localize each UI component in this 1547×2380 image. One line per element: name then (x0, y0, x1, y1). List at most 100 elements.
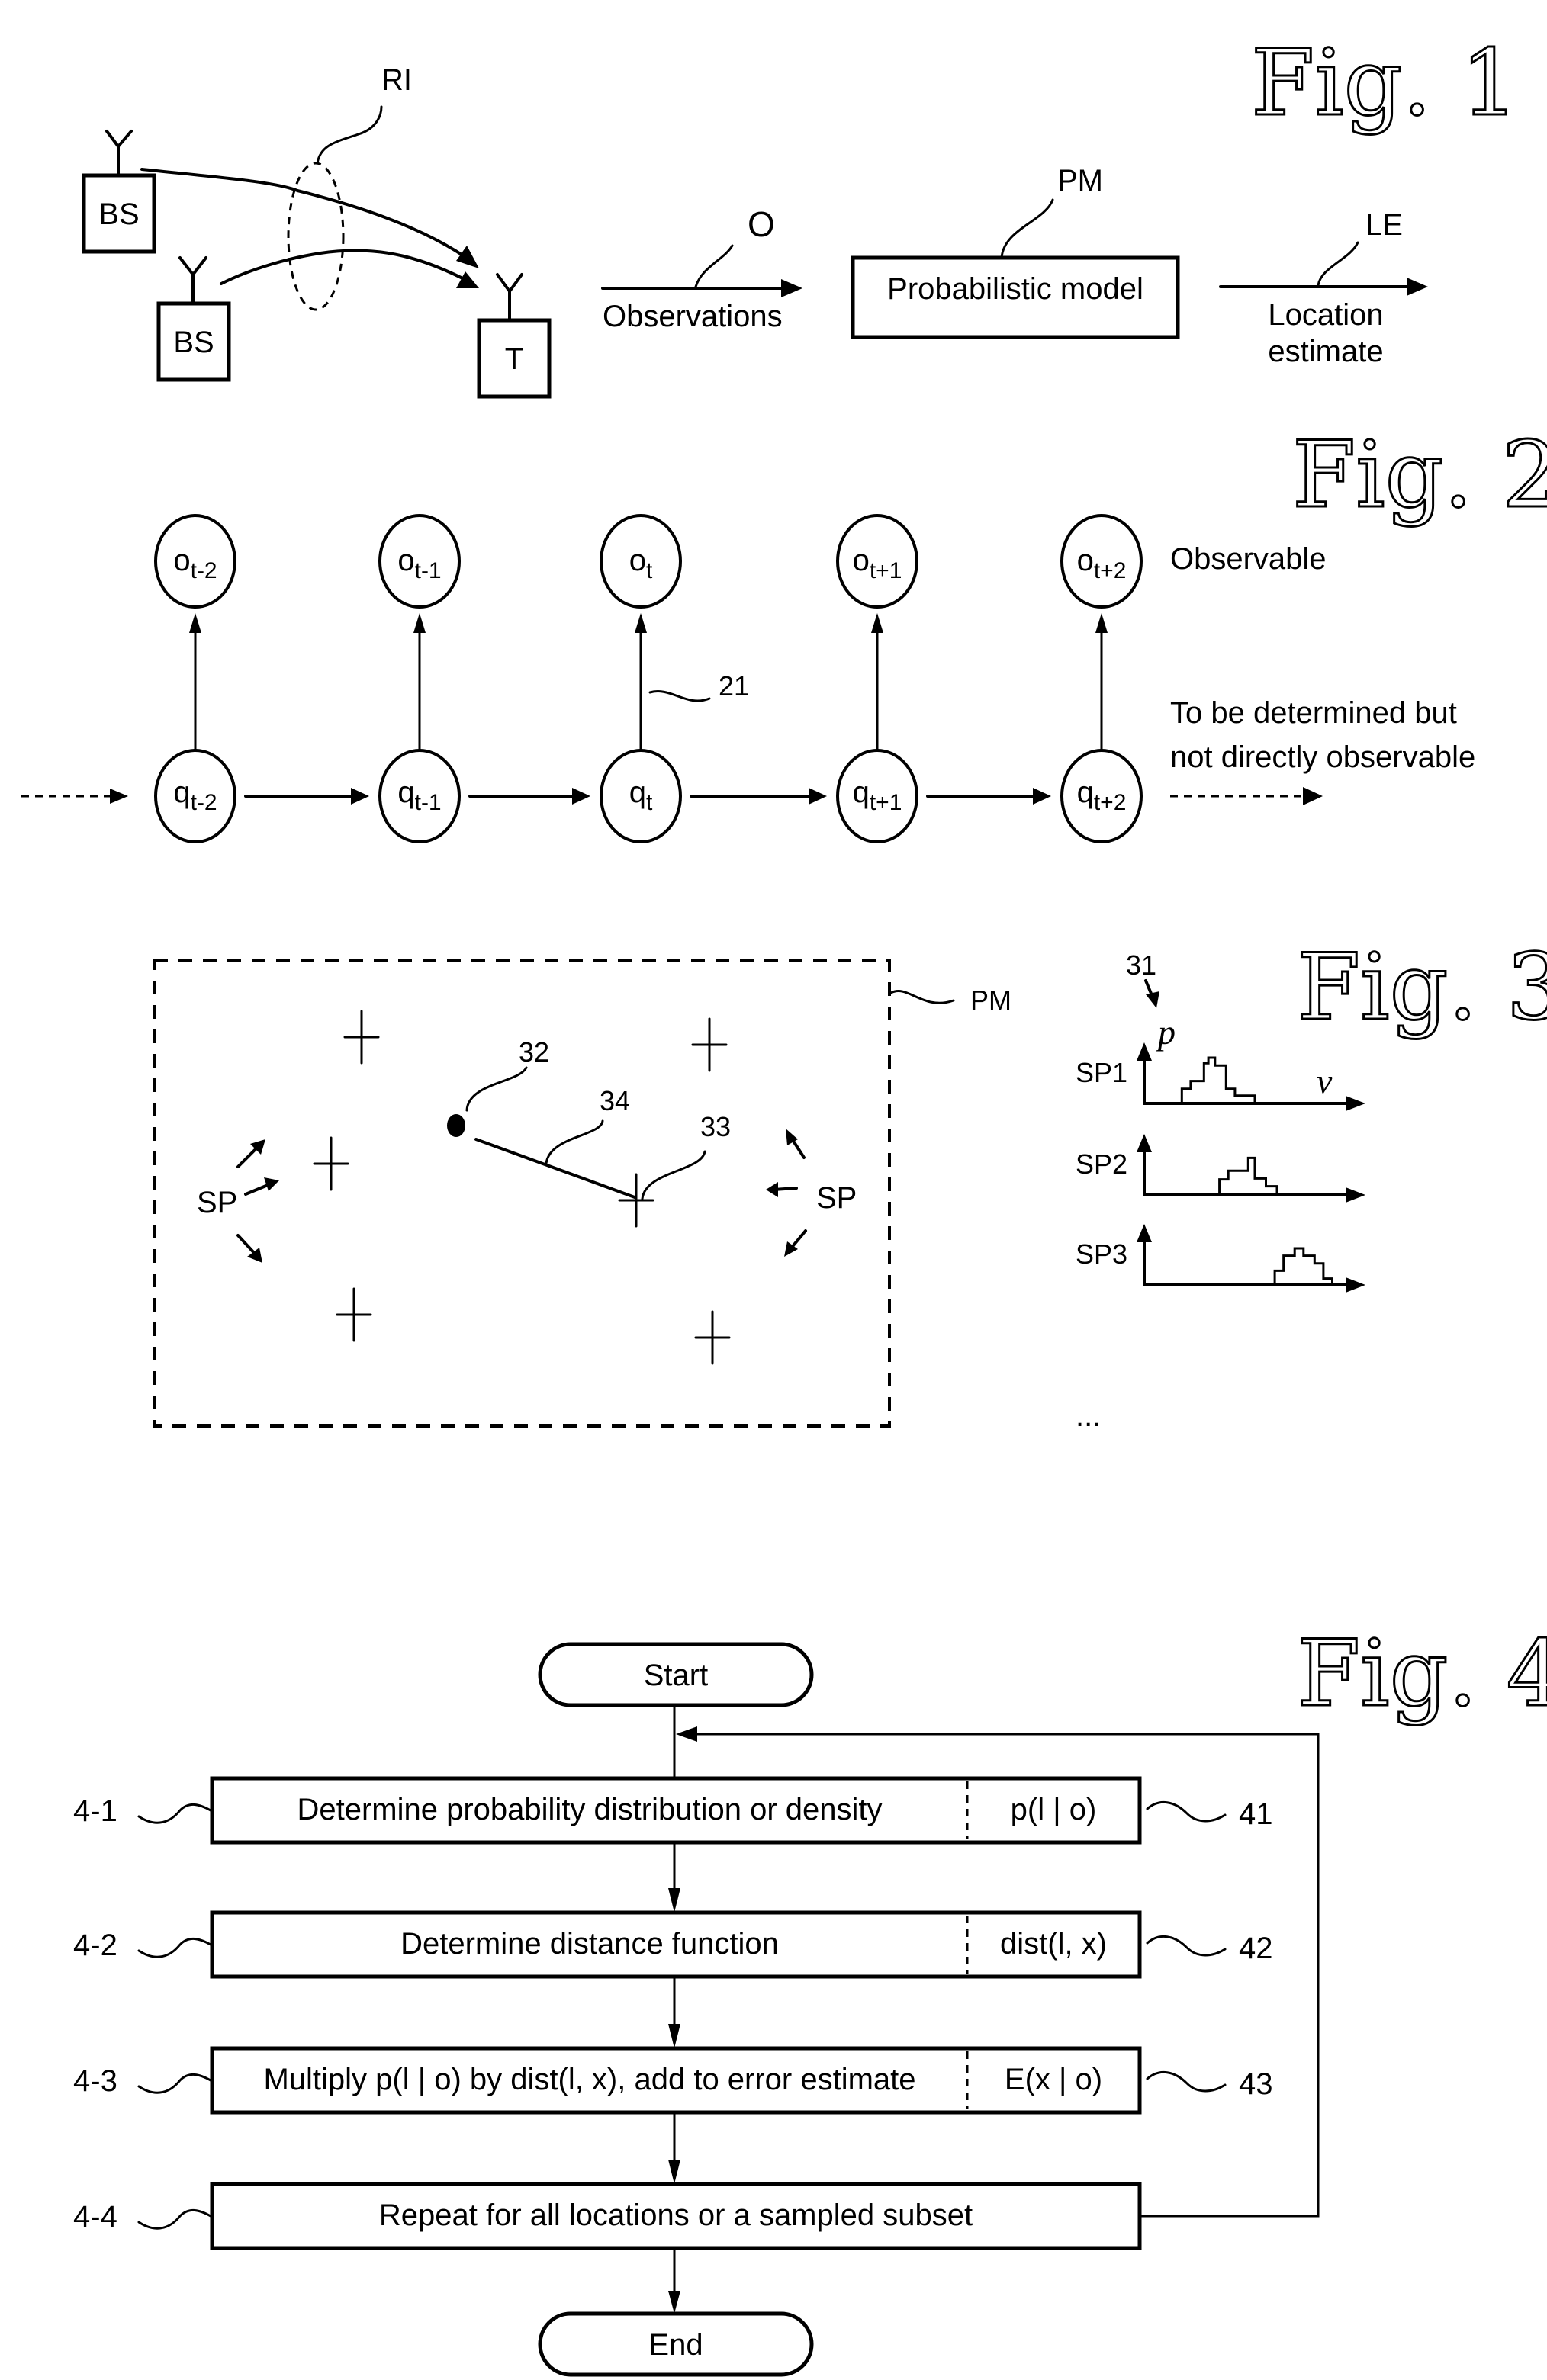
terminal-label: T (505, 342, 523, 376)
figure-1-label: Fig. 1 (1251, 31, 1519, 137)
sample-point-cross (313, 1136, 349, 1191)
sample-point-cross (336, 1287, 372, 1342)
leader-line (316, 105, 383, 165)
histogram-sp3: SP3 (1076, 1224, 1365, 1293)
terminal: T (477, 273, 552, 399)
ellipsis: ... (1076, 1399, 1101, 1433)
sample-point-cross (694, 1310, 731, 1365)
arrowhead (1146, 991, 1159, 1008)
step-ref-label: 43 (1239, 2067, 1273, 2101)
histogram-label: SP3 (1076, 1238, 1127, 1270)
axis-label-v: v (1317, 1062, 1333, 1100)
arrowhead (635, 613, 647, 633)
step-ref-label: 41 (1239, 1797, 1273, 1831)
histogram-bars (1273, 1247, 1333, 1286)
step-id-label: 4-3 (73, 2064, 117, 2098)
arrowhead (668, 2024, 680, 2048)
leader-line (137, 1803, 212, 1824)
antenna-icon (496, 273, 523, 322)
ref-pm: PM (1057, 164, 1103, 198)
radio-interface-ellipse (287, 162, 345, 311)
arrowhead (1303, 787, 1323, 805)
leader-line (648, 690, 711, 702)
x-axis-arrowhead (1346, 1096, 1365, 1111)
figure-3-label: Fig. 3 (1297, 935, 1547, 1041)
figure-2: Fig. 2 ot-2qt-2ot-1qt-1otqtot+1qt+1ot+2q… (21, 422, 1547, 843)
sp-label-right: SP (816, 1181, 857, 1215)
radio-signal-1 (140, 168, 474, 264)
sample-point-cross (691, 1017, 728, 1072)
leader-line (465, 1066, 528, 1112)
x-axis-arrowhead (1346, 1277, 1365, 1293)
arrowhead (668, 1888, 680, 1913)
process-step-text: Multiply p(l | o) by dist(l, x), add to … (263, 2063, 915, 2096)
process-step-4-2: Determine distance function dist(l, x) 4-2… (73, 1910, 1273, 2048)
antenna-icon (105, 130, 133, 177)
histogram-bars (1218, 1156, 1278, 1196)
figure-1: Fig. 1 BS BS T RI O Observations Probabi… (82, 30, 1520, 399)
leader-line (641, 1150, 706, 1200)
histogram-bars (1180, 1056, 1256, 1105)
axis-label-p: p (1156, 1013, 1176, 1052)
end-label: End (648, 2328, 703, 2362)
leader-line (1317, 241, 1359, 287)
ref-33: 33 (700, 1111, 731, 1142)
process-step-formula: dist(l, x) (1000, 1927, 1107, 1961)
arrowhead (668, 2291, 680, 2314)
leader-line (137, 2073, 212, 2094)
patent-drawing-sheet: Fig. 1 BS BS T RI O Observations Probabi… (21, 30, 1547, 2377)
arrowhead (809, 788, 827, 805)
step-id-label: 4-4 (73, 2200, 117, 2234)
arrowhead (1095, 613, 1108, 633)
observable-label: Observable (1170, 542, 1327, 576)
process-step-text: Repeat for all locations or a sampled su… (379, 2199, 973, 2232)
sp-label-left: SP (197, 1186, 237, 1219)
observations-label: Observations (603, 300, 783, 333)
ref-le: LE (1365, 208, 1403, 242)
hmm-chain: ot-2qt-2ot-1qt-1otqtot+1qt+1ot+2qt+2 (154, 514, 1143, 843)
step-id-label: 4-2 (73, 1929, 117, 1962)
leader-line (889, 990, 955, 1004)
location-estimate-label-line1: Location (1268, 298, 1383, 332)
arrowhead (676, 1726, 697, 1742)
arrowhead (351, 788, 369, 805)
leader-line (1146, 2070, 1227, 2093)
leader-line (137, 1938, 212, 1958)
step-ref-label: 42 (1239, 1932, 1273, 1965)
arrowhead (1407, 278, 1428, 296)
arrowhead (781, 279, 802, 297)
ref-34: 34 (600, 1085, 630, 1116)
process-step-formula: E(x | o) (1005, 2063, 1102, 2096)
histogram-label: SP2 (1076, 1148, 1127, 1180)
probabilistic-model-label: Probabilistic model (887, 272, 1143, 306)
arrowhead (456, 246, 479, 268)
figure-4: Fig. 4 Start Determine probability distr… (73, 1620, 1547, 2377)
base-station-label: BS (173, 326, 214, 359)
arrowhead (871, 613, 883, 633)
histograms: SP1 p v SP2 SP3 (1076, 1013, 1365, 1293)
process-step-text: Determine probability distribution or de… (297, 1793, 882, 1826)
hidden-label-line2: not directly observable (1170, 740, 1475, 774)
process-step-4-4: Repeat for all locations or a sampled su… (73, 2182, 1142, 2250)
y-axis-arrowhead (1137, 1042, 1152, 1061)
ref-21: 21 (719, 670, 749, 702)
hidden-label-line1: To be determined but (1170, 696, 1457, 730)
leader-line (137, 2209, 212, 2230)
y-axis-arrowhead (1137, 1134, 1152, 1152)
process-step-4-3: Multiply p(l | o) by dist(l, x), add to … (73, 2046, 1273, 2184)
arrowhead (189, 613, 201, 633)
radio-signal-2 (220, 249, 474, 285)
location-estimate-label-line2: estimate (1268, 335, 1383, 368)
y-axis-arrowhead (1137, 1224, 1152, 1242)
base-station-1: BS (82, 130, 156, 254)
figure-4-label: Fig. 4 (1297, 1621, 1547, 1727)
arrowhead (456, 271, 479, 288)
x-axis-arrowhead (1346, 1187, 1365, 1203)
arrowhead (413, 613, 426, 633)
figure-2-label: Fig. 2 (1292, 422, 1547, 528)
ref-ri: RI (381, 63, 412, 97)
ref-pm: PM (970, 984, 1011, 1016)
start-label: Start (644, 1659, 708, 1692)
leader-line (694, 244, 734, 288)
location-dot (447, 1114, 465, 1137)
